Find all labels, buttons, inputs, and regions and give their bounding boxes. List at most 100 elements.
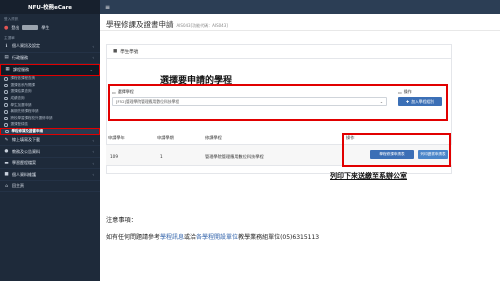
user-role: 學生 (41, 24, 50, 30)
chevron-down-icon: ⌄ (379, 99, 383, 104)
brand-logo[interactable]: NFU-校務eCare (0, 0, 100, 14)
sidebar: NFU-校務eCare 登入資訊 ● 登出 學生 主選單 ℹ 個人資訊及設定 ‹ … (0, 0, 100, 281)
edit-icon: ✎ (4, 137, 9, 143)
action-label: ▭ 操作 (398, 89, 412, 95)
sidebar-item-label: 回主頁 (12, 183, 24, 189)
sidebar-item-course[interactable]: ▦ 課程服務 ⌄ (0, 64, 100, 76)
notice-text-b: 或洽 (184, 234, 197, 241)
add-icon: ✚ (406, 99, 410, 104)
cell-term: 1 (160, 154, 163, 159)
sub-item-enroll-result[interactable]: 選課結果查詢 (0, 89, 100, 96)
chevron-left-icon: ‹ (92, 149, 94, 155)
page-title: 學程修課及證書申請 (106, 20, 174, 29)
chevron-left-icon: ‹ (92, 172, 94, 178)
sidebar-item-profile[interactable]: ■ 個人資料維護 ‹ (0, 169, 100, 181)
chevron-left-icon: ‹ (92, 43, 94, 49)
col-header-year: 申請學年 (108, 135, 125, 140)
sidebar-item-personal[interactable]: ℹ 個人資訊及設定 ‹ (0, 41, 100, 53)
sub-item-course-query[interactable]: 課程依課程查詢 (0, 76, 100, 83)
sub-item-label: 學程修課及證書申請 (11, 129, 44, 134)
sidebar-item-announcements[interactable]: ● 教務及公告資料 ‹ (0, 146, 100, 158)
sub-item-program-application[interactable]: 學程修課及證書申請 (0, 128, 100, 135)
sidebar-item-forms[interactable]: ✎ 線上填寫及下載 ‹ (0, 135, 100, 147)
sub-item-label: 學生加選申請 (10, 102, 32, 107)
sidebar-item-label: 線上填寫及下載 (12, 137, 40, 143)
col-header-term: 申請學期 (157, 135, 174, 140)
sidebar-item-label: 學習歷程檔案 (12, 160, 36, 166)
add-program-button[interactable]: ✚ 加入學程組別 (398, 97, 442, 106)
circle-icon (4, 96, 8, 101)
panel-title: 學生學號 (120, 49, 139, 55)
notice-text-a: 如有任何問題請參考 (106, 234, 161, 241)
sidebar-item-home[interactable]: ⌂ 回主頁 (0, 181, 100, 193)
program-label: ▭ 選擇學程 (112, 89, 134, 95)
sidebar-item-label: 個人資料維護 (12, 171, 36, 177)
program-units-link[interactable]: 各學程開設單位 (196, 234, 238, 241)
annotation-select-program: 選擇要申請的學程 (160, 76, 233, 86)
program-course-form-button[interactable]: 學程修課申請表 (370, 150, 414, 159)
chevron-left-icon: ‹ (92, 160, 94, 166)
sidebar-item-label: 教務及公告資料 (12, 148, 40, 154)
sub-item-label: 選課依系所開課 (10, 82, 36, 87)
chevron-left-icon: ‹ (92, 137, 94, 143)
program-select[interactable]: [F52]管理學院管理應用數位科技學程 ⌄ (112, 97, 387, 106)
info-icon: ℹ (5, 43, 8, 49)
folder-icon: ▬ (4, 160, 9, 166)
sidebar-item-portfolio[interactable]: ▬ 學習歷程檔案 ‹ (0, 158, 100, 170)
chevron-down-icon: ⌄ (89, 67, 93, 73)
bell-icon: ● (4, 149, 9, 155)
circle-icon (4, 83, 8, 88)
sub-item-summer[interactable]: 暑期先修課程申請 (0, 108, 100, 115)
briefcase-icon: ▤ (4, 55, 9, 61)
add-program-label: 加入學程組別 (411, 98, 434, 104)
main-menu-caption: 主選單 (4, 36, 15, 40)
circle-icon (4, 103, 8, 107)
circle-icon (4, 116, 8, 121)
user-icon: ■ (4, 172, 9, 178)
logout-label: 登出 (11, 24, 20, 30)
user-info[interactable]: ● 登出 學生 (0, 22, 100, 33)
sub-item-grades[interactable]: 成績查詢 (0, 95, 100, 102)
circle-icon (5, 129, 9, 134)
notice-title: 注意事項： (106, 217, 137, 224)
folder-icon: ▭ (112, 89, 116, 95)
sidebar-item-label: 行政服務 (12, 54, 28, 60)
notice-text: 如有任何問題請參考學程訊息或洽各學程開設單位教學業務組單位(05)6315113 (106, 232, 319, 241)
page-subtitle: AIS043[功能代碼：AIS043] (176, 23, 228, 28)
sub-item-label: 選課結果查詢 (10, 89, 32, 94)
panel-header: ■ 學生學號 (107, 45, 451, 59)
logout-icon: ● (4, 24, 9, 31)
sub-item-cross-school[interactable]: 跨校學習課程校外選修申請 (0, 115, 100, 122)
circle-icon (4, 90, 8, 94)
chevron-left-icon: ‹ (92, 55, 94, 61)
print-certificate-button[interactable]: 列印證書申請表 (418, 150, 448, 159)
program-select-value: [F52]管理學院管理應用數位科技學程 (116, 98, 180, 104)
sub-item-dept-course[interactable]: 選課依系所開課 (0, 82, 100, 89)
top-bar: ≡ (100, 0, 500, 14)
action-label-text: 操作 (403, 89, 412, 94)
login-caption: 登入資訊 (4, 17, 19, 21)
app-window: NFU-校務eCare 登入資訊 ● 登出 學生 主選單 ℹ 個人資訊及設定 ‹ … (0, 0, 500, 281)
sub-item-label: 選課登錄區 (10, 122, 29, 127)
folder-icon: ▭ (398, 89, 402, 95)
sub-item-enroll-area[interactable]: 選課登錄區 (0, 122, 100, 129)
cell-program: 管理學院管理應用數位科技學程 (205, 154, 264, 159)
sidebar-item-admin[interactable]: ▤ 行政服務 ‹ (0, 53, 100, 64)
user-icon: ■ (113, 49, 118, 54)
annotation-print-submit: 列印下來送繳至系辦公室 (330, 172, 407, 180)
main-content: 學程修課及證書申請 AIS043[功能代碼：AIS043] ■ 學生學號 ▭ 選… (100, 14, 500, 281)
book-icon: ▦ (5, 67, 10, 73)
sub-item-label: 成績查詢 (10, 96, 25, 101)
circle-icon (4, 123, 8, 127)
sub-item-label: 暑期先修課程申請 (10, 109, 39, 114)
sidebar-item-label: 個人資訊及設定 (12, 43, 40, 49)
sub-item-label: 課程依課程查詢 (10, 76, 36, 81)
circle-icon (4, 110, 8, 114)
sidebar-item-label: 課程服務 (13, 66, 29, 72)
cell-year: 109 (110, 154, 118, 159)
menu-toggle-icon[interactable]: ≡ (105, 4, 110, 11)
col-header-program: 修課學程 (205, 135, 222, 140)
circle-icon (4, 77, 8, 81)
sub-item-add-course[interactable]: 學生加選申請 (0, 102, 100, 109)
program-info-link[interactable]: 學程訊息 (160, 234, 184, 241)
